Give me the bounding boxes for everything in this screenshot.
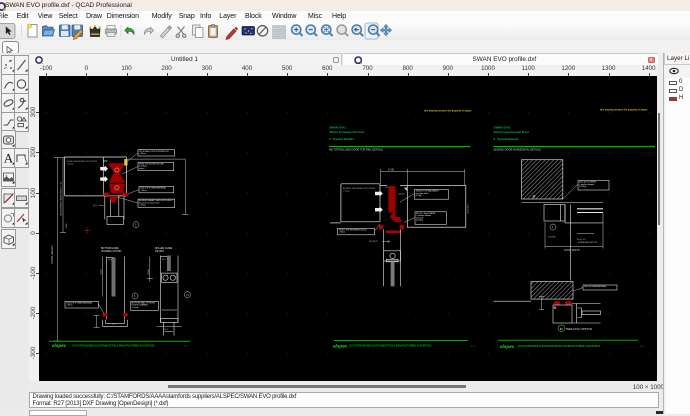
svg-text:46mm Commercial Door: 46mm Commercial Door [329, 130, 365, 134]
svg-text:DOOR HEIGHT: DOOR HEIGHT [50, 244, 54, 263]
svg-text:ALS/SCREEN JAMB HEIGHT - 50: ALS/SCREEN JAMB HEIGHT - 50 [60, 181, 63, 215]
svg-text:TERLOCK OPTION: TERLOCK OPTION [566, 326, 593, 330]
svg-text:7000 DTI WEATHERSEAL: 7000 DTI WEATHERSEAL [584, 285, 606, 288]
svg-text:(1.25kg): (1.25kg) [579, 186, 586, 188]
svg-text:CHANNEL OPTION: CHANNEL OPTION [101, 250, 122, 253]
svg-text:DOOR WIDTH: DOOR WIDTH [564, 249, 580, 252]
svg-text:SLIDING DOOR HORIZONTAL DETAIL: SLIDING DOOR HORIZONTAL DETAILS [494, 147, 542, 151]
svg-text:2100: 2100 [66, 222, 68, 228]
svg-text:6. Typical Details: 6. Typical Details [494, 136, 519, 140]
svg-text:(45/45): (45/45) [399, 193, 405, 195]
svg-text:alspec: alspec [500, 344, 515, 349]
svg-text:ROLLER GUIDE: ROLLER GUIDE [155, 248, 173, 250]
svg-text:6: 6 [134, 295, 136, 298]
svg-text:14.7(R): 14.7(R) [548, 236, 556, 238]
svg-text:(1.25kg): (1.25kg) [416, 219, 423, 221]
svg-text:IN: IN [560, 326, 563, 330]
svg-text:SCREEN/DOOR TOP: SCREEN/DOOR TOP [578, 241, 598, 243]
svg-text:+ Micro: + Micro [140, 189, 148, 191]
svg-text:1: 1 [552, 226, 554, 229]
svg-text:+ Micro: + Micro [139, 153, 147, 155]
svg-text:EVO EXTRUSIONS ELEVATIONS DET: EVO EXTRUSIONS ELEVATIONS DETAILS MANUFA… [350, 344, 433, 347]
svg-text:OPTION: OPTION [155, 251, 164, 253]
svg-text:45.4: 45.4 [164, 328, 168, 330]
svg-text:5: 5 [135, 223, 137, 226]
svg-text:46mm Commercial Door: 46mm Commercial Door [494, 130, 530, 134]
svg-text:45.4: 45.4 [108, 259, 112, 261]
svg-text:SWAN EVO: SWAN EVO [329, 125, 346, 129]
svg-text:SWAN EVO: SWAN EVO [494, 125, 511, 129]
svg-text:45.4: 45.4 [162, 259, 166, 261]
svg-text:45.4 | 4.3: 45.4 | 4.3 [577, 239, 586, 241]
svg-text:+ fixing: + fixing [139, 204, 145, 206]
svg-text:+ fixing: + fixing [343, 190, 349, 192]
svg-text:EVO EXTRUSIONS ELEVATIONS DET: EVO EXTRUSIONS ELEVATIONS DETAILS MANUFA… [73, 344, 156, 347]
svg-text:HD TOP ROLLING DOOR TOP RAIL D: HD TOP ROLLING DOOR TOP RAIL DETAILS [329, 147, 383, 151]
svg-text:alspec: alspec [333, 343, 348, 348]
svg-text:(4.5kg): (4.5kg) [416, 195, 423, 197]
svg-text:47.85: 47.85 [388, 168, 395, 171]
svg-text:6-11: 6-11 [471, 345, 476, 347]
svg-text:11: 11 [186, 293, 189, 296]
svg-text:+ fixing: + fixing [132, 306, 138, 308]
svg-text:adjust: adjust [139, 166, 145, 169]
svg-text:this drawing remains the prope: this drawing remains the property of als… [600, 108, 648, 111]
svg-text:6-11: 6-11 [640, 346, 645, 348]
svg-text:+ Micro: + Micro [66, 304, 74, 306]
svg-text:45.4x19.5: 45.4x19.5 [467, 203, 469, 213]
svg-text:this drawing remains the prope: this drawing remains the property of als… [424, 109, 472, 112]
svg-text:+ Micro: + Micro [339, 231, 347, 233]
svg-text:BOTTOM GUIDE: BOTTOM GUIDE [101, 248, 119, 250]
svg-text:45.78(T): 45.78(T) [369, 241, 378, 243]
svg-text:45.4: 45.4 [112, 323, 116, 325]
svg-text:6-11: 6-11 [184, 345, 189, 347]
svg-text:A: A [3, 151, 13, 166]
svg-text:EVO EXTRUSIONS ELEVATIONS DET: EVO EXTRUSIONS ELEVATIONS DETAILS MANUFA… [518, 345, 601, 348]
svg-text:+ fixing: + fixing [67, 163, 73, 165]
svg-text:6. Typical Details: 6. Typical Details [329, 136, 354, 140]
svg-text:45x21: 45x21 [148, 268, 150, 274]
svg-text:alspec: alspec [52, 343, 67, 348]
svg-text:45x21: 45x21 [101, 268, 103, 274]
svg-text:p[T] + 50mm: p[T] + 50mm [93, 205, 105, 207]
